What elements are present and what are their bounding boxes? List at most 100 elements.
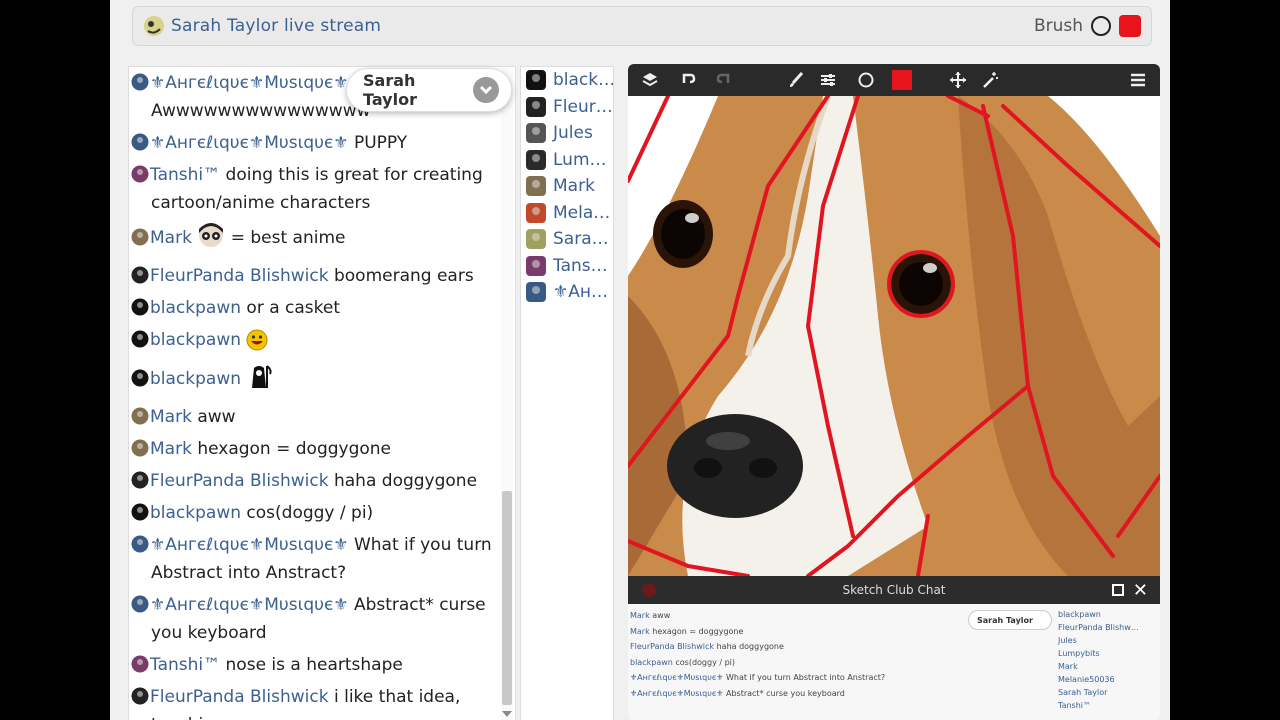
user-list-item[interactable]: Tans… (521, 253, 613, 280)
scroll-thumb[interactable] (502, 491, 512, 705)
mini-dropdown-name: Sarah Taylor (977, 615, 1033, 625)
brush-icon[interactable] (780, 64, 812, 96)
user-list-item[interactable]: black… (521, 67, 613, 94)
scroll-down-arrow[interactable] (502, 711, 512, 717)
redo-icon[interactable] (708, 64, 740, 96)
message-author[interactable]: Mark (150, 228, 192, 248)
user-list-item[interactable]: Mela… (521, 200, 613, 227)
user-list-item[interactable]: Sara… (521, 226, 613, 253)
message-text: boomerang ears (333, 266, 474, 286)
chat-message: FleurPanda Blishwick boomerang ears (131, 260, 501, 292)
message-author[interactable]: ⚜Ангєℓιqυє⚜Мυsιqυє⚜ (150, 535, 349, 555)
mini-message-author: ⚜Ангєℓιqυє⚜Мυsιqυє⚜ (630, 688, 724, 698)
mini-user-item: Sarah Taylor (1058, 688, 1108, 697)
chat-message: Tanshi™ nose is a heartshape (131, 649, 501, 681)
user-avatar (131, 654, 149, 673)
mini-message-text: What if you turn Abstract into Anstract? (723, 673, 886, 682)
mini-user-list: blackpawn FleurPanda Blishw… Jules Lumpybit… (1058, 608, 1158, 712)
undo-icon[interactable] (672, 64, 704, 96)
record-icon[interactable] (642, 583, 656, 597)
user-list-item[interactable]: Lum… (521, 147, 613, 174)
message-author[interactable]: blackpawn (150, 298, 241, 318)
chat-message: Mark aww (131, 401, 501, 433)
user-avatar (131, 265, 149, 284)
mini-chat-message: ⚜Ангєℓιqυє⚜Мυsιqυє⚜ Abstract* curse you … (630, 686, 950, 702)
mini-user-item: Melanie50036 (1058, 675, 1115, 684)
chat-message: FleurPanda Blishwick i like that idea, t… (131, 681, 501, 720)
user-list-item[interactable]: Mark (521, 173, 613, 200)
menu-icon[interactable] (1122, 64, 1154, 96)
user-avatar (131, 502, 149, 521)
message-text: hexagon = doggygone (197, 439, 392, 459)
message-author[interactable]: FleurPanda Blishwick (150, 471, 329, 491)
message-text: or a casket (246, 298, 341, 318)
user-avatar (525, 202, 547, 224)
chat-scrollbar[interactable] (501, 67, 513, 720)
message-author[interactable]: blackpawn (150, 503, 241, 523)
user-avatar (131, 470, 149, 489)
message-text: nose is a heartshape (225, 655, 403, 675)
user-list-item[interactable]: ⚜Ан… (521, 279, 613, 306)
app-window: Sarah Taylor live stream Brush ⚜Ангєℓιqυ… (110, 0, 1170, 720)
message-author[interactable]: Mark (150, 407, 192, 427)
message-author[interactable]: Tanshi™ (150, 165, 220, 185)
move-icon[interactable] (942, 64, 974, 96)
dog-drawing[interactable] (628, 96, 1160, 576)
message-author[interactable]: blackpawn (150, 369, 241, 389)
mini-chat-message: FleurPanda Blishwick haha doggygone (630, 639, 950, 655)
message-text: = best anime (230, 228, 346, 248)
close-icon[interactable]: ✕ (1133, 580, 1148, 601)
user-list-name: Tans… (553, 255, 608, 276)
chat-message: Mark = best anime (131, 219, 501, 260)
mini-chat-message: Mark aww (630, 608, 950, 624)
chevron-down-icon (473, 77, 499, 103)
chat-message: ⚜Ангєℓιqυє⚜Мυsιqυє⚜ What if you turn Abs… (131, 529, 501, 589)
message-text: aww (197, 407, 236, 427)
message-author[interactable]: Tanshi™ (150, 655, 220, 675)
sliders-icon[interactable] (812, 64, 844, 96)
message-author[interactable]: FleurPanda Blishwick (150, 266, 329, 286)
message-text: cos(doggy / pi) (246, 503, 374, 523)
mini-user-dropdown[interactable]: Sarah Taylor (968, 610, 1052, 630)
message-author[interactable]: ⚜Ангєℓιqυє⚜Мυsιqυє⚜ (150, 73, 349, 93)
message-author[interactable]: Mark (150, 439, 192, 459)
message-author[interactable]: FleurPanda Blishwick (150, 687, 329, 707)
user-list-name: Mark (553, 176, 595, 197)
circle-icon[interactable] (850, 64, 882, 96)
mini-message-author: blackpawn (630, 657, 673, 667)
message-author[interactable]: ⚜Ангєℓιqυє⚜Мυsιqυє⚜ (150, 595, 349, 615)
layers-icon[interactable] (634, 64, 666, 96)
mini-user-item: Tanshi™ (1058, 701, 1091, 710)
user-list-name: Sara… (553, 229, 609, 250)
grid-icon[interactable] (1112, 584, 1124, 596)
user-avatar (131, 164, 149, 183)
user-avatar (525, 96, 547, 118)
message-author[interactable]: blackpawn (150, 330, 241, 350)
user-avatar (525, 149, 547, 171)
message-list: ⚜Ангєℓιqυє⚜Мυsιqυє⚜ Awwwwwwwwwwwwwww ⚜Анг… (131, 67, 501, 720)
mini-user-item: Jules (1058, 636, 1077, 645)
user-avatar (131, 329, 149, 348)
mini-message-author: Mark (630, 626, 650, 636)
mini-message-text: aww (649, 611, 671, 620)
chat-message: ⚜Ангєℓιqυє⚜Мυsιqυє⚜ PUPPY (131, 127, 501, 159)
streamer-avatar (144, 16, 164, 36)
user-list-item[interactable]: Fleur… (521, 94, 613, 121)
user-list: black… Fleur… Jules Lum… Mark Mela… Sara… Tans…… (520, 66, 614, 720)
chat-message: Mark hexagon = doggygone (131, 433, 501, 465)
mini-message-text: Abstract* curse you keyboard (723, 688, 845, 698)
magic-wand-icon[interactable] (974, 64, 1006, 96)
user-avatar (131, 132, 149, 151)
user-avatar (131, 594, 149, 613)
user-dropdown-name: Sarah Taylor (363, 71, 417, 109)
user-avatar (525, 255, 547, 277)
mini-user-item: Mark (1058, 662, 1078, 671)
message-author[interactable]: ⚜Ангєℓιqυє⚜Мυsιqυє⚜ (150, 133, 349, 153)
user-dropdown[interactable]: Sarah Taylor (346, 68, 512, 112)
user-list-item[interactable]: Jules (521, 120, 613, 147)
face-emoji-icon (197, 221, 225, 258)
tool-indicator[interactable]: Brush (1034, 15, 1141, 37)
chat-message: blackpawn or a casket (131, 292, 501, 324)
color-swatch[interactable] (886, 64, 918, 96)
chat-message: FleurPanda Blishwick haha doggygone (131, 465, 501, 497)
